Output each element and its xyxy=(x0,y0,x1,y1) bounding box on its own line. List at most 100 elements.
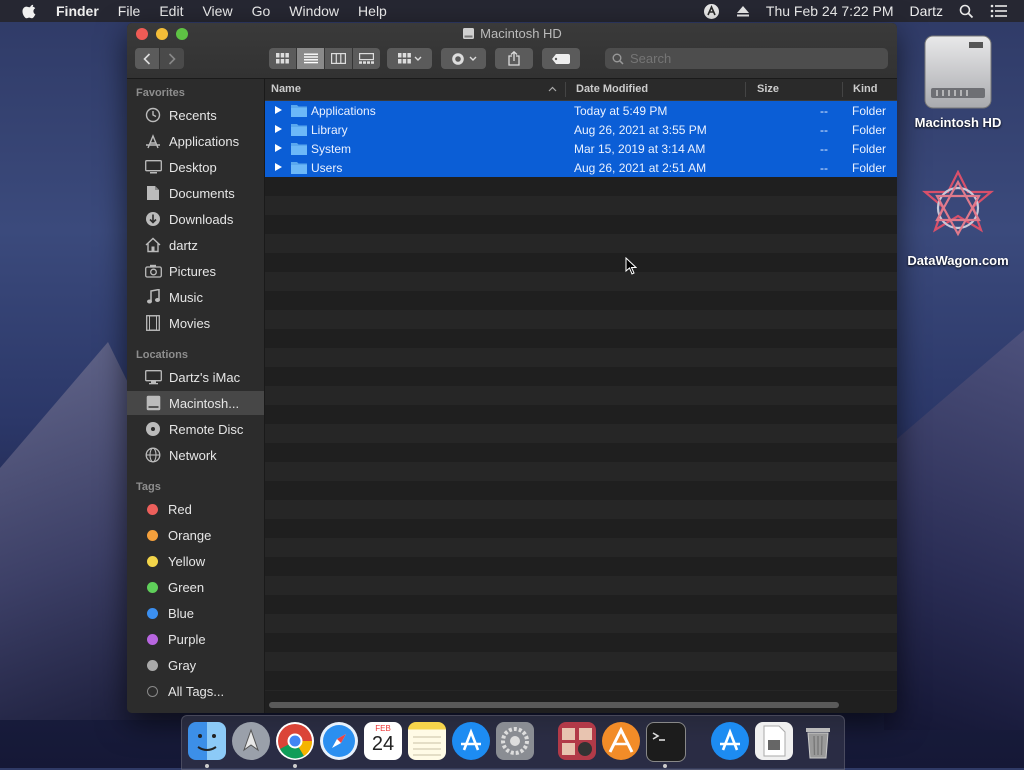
column-header-kind[interactable]: Kind xyxy=(853,83,877,95)
row-kind: Folder xyxy=(852,142,887,156)
status-app-icon[interactable] xyxy=(703,3,720,20)
sidebar-item-recents[interactable]: Recents xyxy=(127,103,264,127)
share-button[interactable] xyxy=(495,48,533,69)
row-name: Library xyxy=(311,123,348,137)
sidebar-item-pictures[interactable]: Pictures xyxy=(127,259,264,283)
dock-safari-icon[interactable] xyxy=(320,722,358,760)
dock-app-store-icon[interactable] xyxy=(452,722,490,760)
grid-icon xyxy=(276,53,289,64)
column-header-date-modified[interactable]: Date Modified xyxy=(576,83,648,95)
gallery-icon xyxy=(359,53,374,64)
desktop-item-datawagon[interactable]: DataWagon.com xyxy=(903,169,1013,268)
dock-launchpad-icon[interactable] xyxy=(232,722,270,760)
sidebar-item-movies[interactable]: Movies xyxy=(127,311,264,335)
hard-drive-icon xyxy=(924,35,992,109)
disclosure-triangle-icon[interactable] xyxy=(275,106,282,114)
desktop-item-macintosh-hd[interactable]: Macintosh HD xyxy=(903,32,1013,130)
disclosure-triangle-icon[interactable] xyxy=(275,144,282,152)
column-view-button[interactable] xyxy=(325,48,352,69)
sidebar-item-macintosh-hd[interactable]: Macintosh... xyxy=(127,391,264,415)
back-button[interactable] xyxy=(135,48,159,69)
disclosure-triangle-icon[interactable] xyxy=(275,125,282,133)
table-row[interactable]: Users Aug 26, 2021 at 2:51 AM -- Folder xyxy=(265,158,897,177)
table-row[interactable]: Applications Today at 5:49 PM -- Folder xyxy=(265,101,897,120)
menu-go[interactable]: Go xyxy=(252,3,271,19)
sidebar-all-tags[interactable]: All Tags... xyxy=(127,679,264,703)
sidebar-item-label: Green xyxy=(168,579,205,595)
sidebar-item-label: Purple xyxy=(168,631,206,647)
notification-center-icon[interactable] xyxy=(990,4,1008,18)
sidebar-section-locations: Locations xyxy=(136,349,188,361)
sidebar-item-network[interactable]: Network xyxy=(127,443,264,467)
dock-photo-booth-icon[interactable] xyxy=(558,722,596,760)
sidebar-tag-orange[interactable]: Orange xyxy=(127,523,264,547)
menu-app-finder[interactable]: Finder xyxy=(56,3,99,19)
sidebar-item-music[interactable]: Music xyxy=(127,285,264,309)
dock-system-preferences-icon[interactable] xyxy=(496,722,534,760)
row-size: -- xyxy=(820,161,828,175)
folder-icon xyxy=(291,143,307,155)
apple-menu-icon[interactable] xyxy=(20,2,40,20)
menu-view[interactable]: View xyxy=(202,3,232,19)
sidebar-item-documents[interactable]: Documents xyxy=(127,181,264,205)
menu-help[interactable]: Help xyxy=(358,3,387,19)
dock-notes-icon[interactable] xyxy=(408,722,446,760)
gallery-view-button[interactable] xyxy=(353,48,380,69)
menu-file[interactable]: File xyxy=(118,3,141,19)
dock-trash-icon[interactable] xyxy=(799,722,837,760)
sidebar-item-downloads[interactable]: Downloads xyxy=(127,207,264,231)
row-size: -- xyxy=(820,123,828,137)
menu-edit[interactable]: Edit xyxy=(159,3,183,19)
table-row[interactable]: Library Aug 26, 2021 at 3:55 PM -- Folde… xyxy=(265,120,897,139)
sidebar-tag-gray[interactable]: Gray xyxy=(127,653,264,677)
dock-finder-icon[interactable] xyxy=(188,722,226,760)
group-by-button[interactable] xyxy=(387,48,432,69)
desktop-icon xyxy=(144,159,162,175)
sidebar-tag-purple[interactable]: Purple xyxy=(127,627,264,651)
disclosure-triangle-icon[interactable] xyxy=(275,163,282,171)
column-divider[interactable] xyxy=(842,82,843,97)
edit-tags-button[interactable] xyxy=(542,48,580,69)
column-divider[interactable] xyxy=(565,82,566,97)
sidebar-item-remote-disc[interactable]: Remote Disc xyxy=(127,417,264,441)
sidebar-tag-blue[interactable]: Blue xyxy=(127,601,264,625)
column-divider[interactable] xyxy=(745,82,746,97)
window-title-text: Macintosh HD xyxy=(480,26,562,41)
eject-icon[interactable] xyxy=(736,4,750,18)
table-row[interactable]: System Mar 15, 2019 at 3:14 AM -- Folder xyxy=(265,139,897,158)
sidebar-item-applications[interactable]: Applications xyxy=(127,129,264,153)
sidebar: Favorites Recents Applications Desktop D… xyxy=(127,79,265,713)
row-size: -- xyxy=(820,142,828,156)
search-input[interactable] xyxy=(628,50,882,67)
search-field[interactable] xyxy=(605,48,888,69)
forward-button[interactable] xyxy=(160,48,184,69)
sidebar-item-label: All Tags... xyxy=(168,683,225,699)
sidebar-tag-green[interactable]: Green xyxy=(127,575,264,599)
dock-running-indicator xyxy=(293,764,297,768)
menubar-user[interactable]: Dartz xyxy=(910,3,943,19)
dock-vlc-icon[interactable] xyxy=(602,722,640,760)
list-view-button[interactable] xyxy=(297,48,324,69)
sidebar-tag-red[interactable]: Red xyxy=(127,497,264,521)
dock-chrome-icon[interactable] xyxy=(276,722,314,760)
sidebar-item-label: Applications xyxy=(169,133,240,149)
sidebar-item-imac[interactable]: Dartz's iMac xyxy=(127,365,264,389)
sidebar-item-desktop[interactable]: Desktop xyxy=(127,155,264,179)
sidebar-item-home[interactable]: dartz xyxy=(127,233,264,257)
spotlight-search-icon[interactable] xyxy=(959,4,974,19)
home-icon xyxy=(144,237,162,253)
action-menu-button[interactable] xyxy=(441,48,486,69)
dock-applications-folder-icon[interactable] xyxy=(711,722,749,760)
sidebar-tag-yellow[interactable]: Yellow xyxy=(127,549,264,573)
column-header-name[interactable]: Name xyxy=(271,83,301,95)
dock-calendar-icon[interactable]: FEB 24 xyxy=(364,722,402,760)
desktop-dune-right xyxy=(884,330,1024,730)
dock-documents-stack-icon[interactable] xyxy=(755,722,793,760)
menu-window[interactable]: Window xyxy=(289,3,339,19)
column-header-size[interactable]: Size xyxy=(757,83,779,95)
horizontal-scrollbar[interactable] xyxy=(269,702,839,708)
icon-view-button[interactable] xyxy=(269,48,296,69)
folder-icon xyxy=(291,105,307,117)
dock-terminal-icon[interactable] xyxy=(646,722,686,762)
menubar-clock[interactable]: Thu Feb 24 7:22 PM xyxy=(766,3,894,19)
